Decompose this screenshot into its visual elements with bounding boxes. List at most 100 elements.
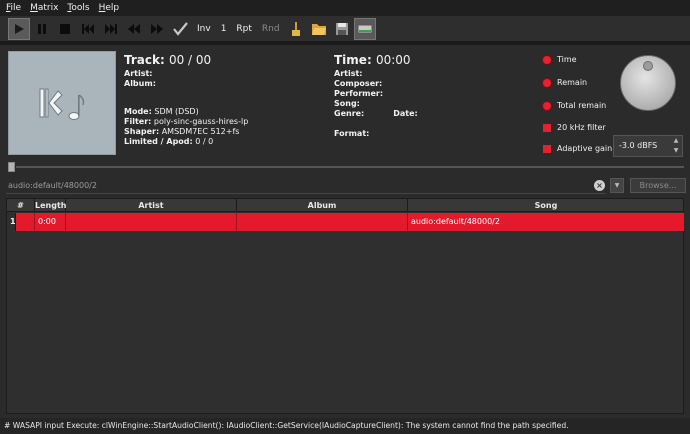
- radio-dot: [543, 101, 551, 110]
- volume-value: -3.0 dBFS: [619, 141, 658, 150]
- limited-apod-value: 0 / 0: [195, 137, 214, 146]
- volume-spinbox[interactable]: -3.0 dBFS ▲ ▼: [613, 135, 683, 157]
- path-dropdown-button[interactable]: ▼: [610, 178, 624, 193]
- path-bar: audio:default/48000/2 × ▼ Browse...: [6, 178, 686, 194]
- song-label: Song:: [334, 99, 360, 108]
- random-toggle[interactable]: Rnd: [257, 24, 285, 34]
- menu-help[interactable]: Help: [99, 3, 120, 13]
- stop-icon: [60, 23, 70, 34]
- open-folder-button[interactable]: [308, 18, 330, 40]
- chevron-down-icon: ▼: [614, 182, 620, 189]
- row-index: 1: [7, 213, 16, 231]
- seek-track: [16, 166, 684, 168]
- previous-track-icon: [82, 23, 94, 34]
- drive-icon: [357, 24, 373, 33]
- pause-button[interactable]: [31, 18, 53, 40]
- remain-radio-label: Remain: [557, 78, 588, 87]
- time-value: 00:00: [375, 53, 411, 67]
- menu-matrix[interactable]: Matrix: [30, 3, 58, 13]
- time-label: Time:: [334, 53, 372, 67]
- invert-toggle[interactable]: Inv: [192, 24, 216, 34]
- menu-tools[interactable]: Tools: [67, 3, 89, 13]
- filter-label: Filter:: [124, 117, 152, 126]
- time-radio-label: Time: [557, 55, 577, 64]
- browse-button[interactable]: Browse...: [630, 178, 686, 193]
- seek-handle[interactable]: [8, 162, 15, 172]
- check-button[interactable]: [169, 18, 191, 40]
- time-info: Time: 00:00 Artist: Composer: Performer:…: [334, 53, 418, 139]
- repeat-count: 1: [220, 23, 227, 34]
- genre-label: Genre:: [334, 109, 365, 118]
- music-clef-icon: [39, 88, 85, 120]
- time-artist-label: Artist:: [334, 69, 363, 78]
- track-label: Track:: [124, 53, 165, 67]
- save-button[interactable]: [331, 18, 353, 40]
- mode-label: Mode:: [124, 107, 152, 116]
- volume-knob[interactable]: [620, 55, 676, 111]
- track-artist-label: Artist:: [124, 69, 153, 78]
- output-device-button[interactable]: [353, 17, 376, 40]
- track-album-label: Album:: [124, 79, 156, 88]
- time-radio[interactable]: Time: [543, 55, 577, 64]
- 20khz-filter-checkbox[interactable]: 20 kHz filter: [543, 123, 606, 132]
- play-button[interactable]: [8, 17, 30, 40]
- column-header-artist[interactable]: Artist: [66, 199, 237, 212]
- total-remain-radio[interactable]: Total remain: [543, 101, 606, 110]
- composer-label: Composer:: [334, 79, 383, 88]
- play-icon: [15, 23, 24, 34]
- seek-slider[interactable]: [8, 162, 684, 172]
- radio-dot: [543, 78, 551, 87]
- row-album: [237, 213, 408, 231]
- rewind-button[interactable]: [123, 18, 145, 40]
- pause-icon: [38, 23, 46, 34]
- next-track-icon: [105, 23, 117, 34]
- stop-button[interactable]: [54, 18, 76, 40]
- column-header-index[interactable]: #: [7, 199, 35, 212]
- rewind-icon: [128, 23, 140, 34]
- track-number: 00 / 00: [168, 53, 212, 67]
- path-input[interactable]: audio:default/48000/2: [6, 178, 606, 194]
- toolbar: Inv 1 Rpt Rnd: [0, 16, 690, 42]
- 20khz-filter-label: 20 kHz filter: [557, 123, 606, 132]
- mode-value: SDM (DSD): [154, 107, 199, 116]
- repeat-toggle[interactable]: Rpt: [231, 24, 257, 34]
- clear-playlist-button[interactable]: [285, 18, 307, 40]
- menu-file[interactable]: File: [6, 3, 21, 13]
- table-header: # Length Artist Album Song: [7, 199, 683, 212]
- date-label: Date:: [393, 109, 418, 118]
- fast-forward-button[interactable]: [146, 18, 168, 40]
- checkbox-box: [543, 144, 551, 153]
- previous-track-button[interactable]: [77, 18, 99, 40]
- column-header-length[interactable]: Length: [35, 199, 66, 212]
- status-bar: # WASAPI input Execute: clWinEngine::Sta…: [0, 418, 690, 434]
- adaptive-gain-label: Adaptive gain: [557, 144, 613, 153]
- limited-apod-label: Limited / Apod:: [124, 137, 193, 146]
- next-track-button[interactable]: [100, 18, 122, 40]
- knob-indicator: [643, 61, 653, 71]
- shaper-label: Shaper:: [124, 127, 160, 136]
- save-disk-icon: [335, 22, 348, 35]
- brush-icon: [291, 21, 300, 36]
- remain-radio[interactable]: Remain: [543, 78, 587, 87]
- adaptive-gain-checkbox[interactable]: Adaptive gain: [543, 144, 612, 153]
- row-song: audio:default/48000/2: [408, 213, 684, 231]
- spin-up-icon[interactable]: ▲: [672, 137, 680, 144]
- album-art: [8, 51, 116, 155]
- column-header-song[interactable]: Song: [408, 199, 684, 212]
- filter-value: poly-sinc-gauss-hires-lp: [153, 117, 249, 126]
- table-row[interactable]: 1 0:00 audio:default/48000/2: [7, 213, 684, 231]
- row-marker: [16, 213, 35, 231]
- performer-label: Performer:: [334, 89, 384, 98]
- checkmark-icon: [173, 21, 188, 36]
- menu-bar: File Matrix Tools Help: [0, 0, 690, 16]
- row-length: 0:00: [35, 213, 66, 231]
- column-header-album[interactable]: Album: [237, 199, 408, 212]
- checkbox-box: [543, 123, 551, 132]
- fast-forward-icon: [151, 23, 163, 34]
- total-remain-radio-label: Total remain: [557, 101, 607, 110]
- clear-path-icon[interactable]: ×: [594, 180, 605, 191]
- spin-down-icon[interactable]: ▼: [672, 147, 680, 154]
- shaper-value: AMSDM7EC 512+fs: [161, 127, 240, 136]
- track-info: Track: 00 / 00 Artist: Album: Mode: SDM …: [124, 53, 248, 147]
- toolbar-separator: [0, 42, 690, 45]
